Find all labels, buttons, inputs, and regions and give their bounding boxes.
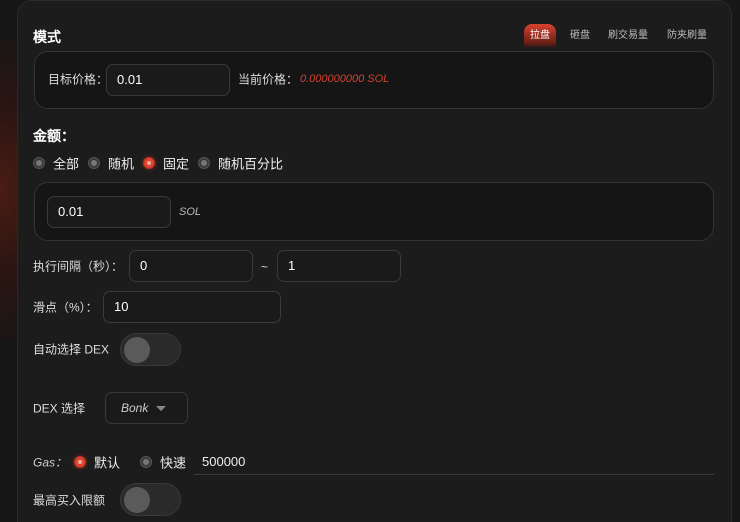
max-buy-label: 最高买入限额 xyxy=(33,493,106,508)
amount-input[interactable]: 0.01 xyxy=(47,196,171,228)
radio-random-percent-label[interactable]: 随机百分比 xyxy=(218,154,283,173)
auto-dex-label: 自动选择 DEX xyxy=(33,342,110,357)
slippage-label: 滑点（%）： xyxy=(33,300,98,315)
current-price-label: 当前价格： xyxy=(238,72,299,87)
radio-gas-default-label[interactable]: 默认 xyxy=(94,453,120,472)
radio-random[interactable] xyxy=(88,157,100,169)
radio-all-label[interactable]: 全部 xyxy=(53,154,79,173)
tab-anti-mev-volume[interactable]: 防夹刷量 xyxy=(661,24,713,48)
interval-max-input[interactable]: 1 xyxy=(277,250,401,282)
radio-random-percent[interactable] xyxy=(198,157,210,169)
target-price-label: 目标价格： xyxy=(48,72,109,87)
interval-separator: ~ xyxy=(261,260,269,274)
auto-dex-toggle[interactable] xyxy=(120,333,181,366)
tab-pump[interactable]: 拉盘 xyxy=(524,24,556,48)
radio-fixed[interactable] xyxy=(143,157,155,169)
chevron-down-icon xyxy=(156,406,166,411)
amount-title: 金额： xyxy=(33,128,75,144)
current-price-value: 0.000000000 SOL xyxy=(300,73,390,85)
gas-input[interactable]: 500000 xyxy=(194,450,714,475)
radio-random-label[interactable]: 随机 xyxy=(108,154,134,173)
dex-select[interactable]: Bonk xyxy=(105,392,188,424)
interval-min-input[interactable]: 0 xyxy=(129,250,253,282)
amount-unit: SOL xyxy=(179,206,202,218)
slippage-input[interactable]: 10 xyxy=(103,291,281,323)
dex-label: DEX 选择 xyxy=(33,401,86,416)
radio-gas-fast-label[interactable]: 快速 xyxy=(160,453,186,472)
tab-volume[interactable]: 刷交易量 xyxy=(602,24,654,48)
radio-all[interactable] xyxy=(33,157,45,169)
target-price-input[interactable]: 0.01 xyxy=(106,64,230,96)
radio-gas-default[interactable] xyxy=(74,456,86,468)
max-buy-toggle[interactable] xyxy=(120,483,181,516)
mode-title: 模式 xyxy=(33,29,61,45)
interval-label: 执行间隔（秒）： xyxy=(33,259,124,274)
tab-dump[interactable]: 砸盘 xyxy=(564,24,596,48)
gas-label: Gas： xyxy=(33,455,68,470)
radio-gas-fast[interactable] xyxy=(140,456,152,468)
dex-select-value: Bonk xyxy=(121,401,149,415)
radio-fixed-label[interactable]: 固定 xyxy=(163,154,189,173)
